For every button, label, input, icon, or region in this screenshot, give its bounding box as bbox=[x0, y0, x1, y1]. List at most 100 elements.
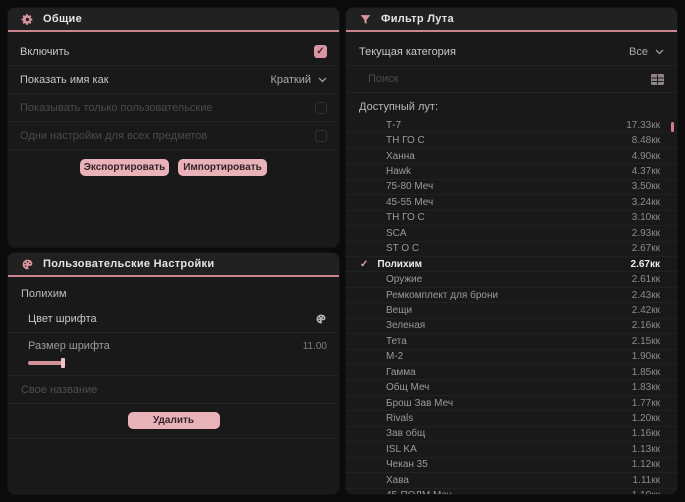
loot-item-name: Т-7 bbox=[386, 119, 401, 131]
loot-item-value: 2.42кк bbox=[631, 304, 660, 316]
available-loot-label: Доступный лут: bbox=[359, 101, 439, 113]
loot-item-name: ТН ГО С bbox=[386, 135, 425, 147]
custom-settings-header: Пользовательские Настройки bbox=[8, 253, 339, 277]
show-name-label: Показать имя как bbox=[20, 73, 109, 86]
loot-item-row[interactable]: ✓ Т-7 17.33кк bbox=[346, 118, 677, 134]
loot-item-value: 3.50кк bbox=[631, 181, 660, 193]
loot-item-name: Hawk bbox=[386, 166, 412, 178]
loot-item-value: 2.16кк bbox=[631, 320, 660, 332]
font-color-label: Цвет шрифта bbox=[28, 312, 97, 325]
palette-icon bbox=[21, 258, 34, 271]
loot-item-value: 2.67кк bbox=[631, 243, 660, 255]
loot-item-row[interactable]: ✓ ST О С 2.67кк bbox=[346, 242, 677, 257]
loot-item-value: 1.83кк bbox=[631, 382, 660, 394]
loot-item-row[interactable]: ✓ М-2 1.90кк bbox=[346, 350, 677, 365]
loot-item-row[interactable]: ✓ SCA 2.93кк bbox=[346, 226, 677, 242]
search-input[interactable] bbox=[368, 73, 618, 85]
color-picker-icon[interactable] bbox=[315, 313, 327, 325]
loot-item-name: Тета bbox=[386, 335, 407, 347]
loot-item-row[interactable]: ✓ ТН ГО С 3.10кк bbox=[346, 211, 677, 227]
loot-item-value: 1.85кк bbox=[631, 366, 660, 378]
loot-item-row[interactable]: ✓ Хава 1.11кк bbox=[346, 473, 677, 489]
loot-item-row[interactable]: ✓ ISL KA 1.13кк bbox=[346, 442, 677, 458]
category-dropdown[interactable]: Все bbox=[629, 46, 664, 58]
only-custom-label: Показывать только пользовательские bbox=[20, 101, 213, 114]
loot-item-row[interactable]: ✓ Тета 2.15кк bbox=[346, 334, 677, 350]
show-name-value: Краткий bbox=[270, 73, 311, 86]
loot-item-name: SCA bbox=[386, 227, 407, 239]
loot-item-row[interactable]: ✓ Чекан 35 1.12кк bbox=[346, 458, 677, 474]
loot-item-row[interactable]: ✓ Общ Меч 1.83кк bbox=[346, 380, 677, 396]
loot-item-value: 3.24кк bbox=[631, 196, 660, 208]
loot-item-row[interactable]: ✓ Ремкомплект для брони 2.43кк bbox=[346, 288, 677, 304]
loot-item-name: 75-80 Меч bbox=[386, 181, 434, 193]
loot-item-value: 1.20кк bbox=[631, 413, 660, 425]
same-settings-row: Одни настройки для всех предметов bbox=[8, 122, 339, 150]
loot-item-value: 2.43кк bbox=[631, 289, 660, 301]
loot-item-value: 2.15кк bbox=[631, 335, 660, 347]
empty-space bbox=[8, 438, 339, 494]
category-value: Все bbox=[629, 45, 648, 58]
export-button[interactable]: Экспортировать bbox=[80, 159, 169, 176]
grid-view-icon[interactable] bbox=[651, 73, 664, 85]
loot-item-row[interactable]: ✓ Rivals 1.20кк bbox=[346, 411, 677, 427]
loot-item-row[interactable]: ✓ Зав общ 1.16кк bbox=[346, 427, 677, 443]
loot-item-value: 4.90кк bbox=[631, 150, 660, 162]
loot-item-name: 45-ПОЛМ Меч bbox=[386, 490, 632, 494]
enable-checkbox[interactable]: ✓ bbox=[314, 45, 327, 58]
loot-item-value: 2.93кк bbox=[631, 227, 660, 239]
general-panel: Общие Включить ✓ Показать имя как Кратки… bbox=[8, 8, 339, 247]
import-button[interactable]: Импортировать bbox=[178, 159, 267, 176]
selected-item-name: Полихим bbox=[21, 288, 67, 300]
custom-settings-title: Пользовательские Настройки bbox=[43, 258, 215, 270]
font-size-slider[interactable] bbox=[28, 358, 327, 368]
loot-item-name: Чекан 35 bbox=[386, 459, 428, 471]
loot-item-row[interactable]: ✓ Полихим 2.67кк bbox=[346, 257, 677, 273]
loot-item-row[interactable]: ✓ Оружие 2.61кк bbox=[346, 272, 677, 288]
export-import-row: Экспортировать Импортировать bbox=[8, 150, 339, 176]
loot-item-row[interactable]: ✓ Зеленая 2.16кк bbox=[346, 319, 677, 335]
loot-item-name: М-2 bbox=[386, 351, 404, 363]
funnel-icon bbox=[359, 13, 372, 26]
general-panel-title: Общие bbox=[43, 13, 83, 25]
loot-item-name: Полихим bbox=[377, 258, 423, 270]
loot-item-row[interactable]: ✓ Hawk 4.37кк bbox=[346, 164, 677, 180]
loot-item-row[interactable]: ✓ 45-55 Меч 3.24кк bbox=[346, 195, 677, 211]
loot-item-value: 8.48кк bbox=[631, 135, 660, 147]
font-size-label: Размер шрифта bbox=[28, 340, 110, 352]
enable-label: Включить bbox=[20, 45, 70, 58]
loot-item-row[interactable]: ✓ 75-80 Меч 3.50кк bbox=[346, 180, 677, 196]
loot-filter-header: Фильтр Лута bbox=[346, 8, 677, 32]
delete-button[interactable]: Удалить bbox=[127, 412, 220, 429]
loot-item-row[interactable]: ✓ ТН ГО С 8.48кк bbox=[346, 133, 677, 149]
loot-item-name: Rivals bbox=[386, 413, 414, 425]
loot-item-value: 17.33кк bbox=[626, 119, 660, 131]
show-name-dropdown[interactable]: Краткий bbox=[270, 74, 327, 86]
loot-item-row[interactable]: ✓ Брош Зав Меч 1.77кк bbox=[346, 396, 677, 412]
loot-item-name: Хава bbox=[386, 474, 409, 486]
loot-item-value: 2.67кк bbox=[630, 258, 660, 270]
slider-handle[interactable] bbox=[61, 358, 65, 368]
loot-item-name: Зав общ bbox=[386, 428, 426, 440]
scrollbar-thumb[interactable] bbox=[671, 122, 674, 132]
loot-item-row[interactable]: ✓ 45-ПОЛМ Меч 1.10кк bbox=[346, 489, 677, 494]
custom-name-input[interactable] bbox=[21, 383, 327, 396]
general-panel-header: Общие bbox=[8, 8, 339, 32]
loot-item-value: 1.90кк bbox=[631, 351, 660, 363]
show-name-row: Показать имя как Краткий bbox=[8, 66, 339, 94]
loot-item-name: Общ Меч bbox=[386, 382, 430, 394]
chevron-down-icon bbox=[655, 49, 664, 54]
category-row: Текущая категория Все bbox=[346, 38, 677, 66]
loot-item-value: 4.37кк bbox=[631, 166, 660, 178]
loot-item-name: Брош Зав Меч bbox=[386, 397, 454, 409]
loot-item-value: 1.12кк bbox=[631, 459, 660, 471]
loot-item-row[interactable]: ✓ Вещи 2.42кк bbox=[346, 303, 677, 319]
loot-item-row[interactable]: ✓ Ханна 4.90кк bbox=[346, 149, 677, 165]
loot-item-value: 1.77кк bbox=[631, 397, 660, 409]
custom-name-row bbox=[8, 376, 339, 404]
right-column: Фильтр Лута Текущая категория Все Доступ… bbox=[346, 8, 677, 494]
enable-row: Включить ✓ bbox=[8, 38, 339, 66]
loot-item-name: Оружие bbox=[386, 274, 423, 286]
loot-item-row[interactable]: ✓ Гамма 1.85кк bbox=[346, 365, 677, 381]
font-color-row: Цвет шрифта bbox=[8, 305, 339, 333]
